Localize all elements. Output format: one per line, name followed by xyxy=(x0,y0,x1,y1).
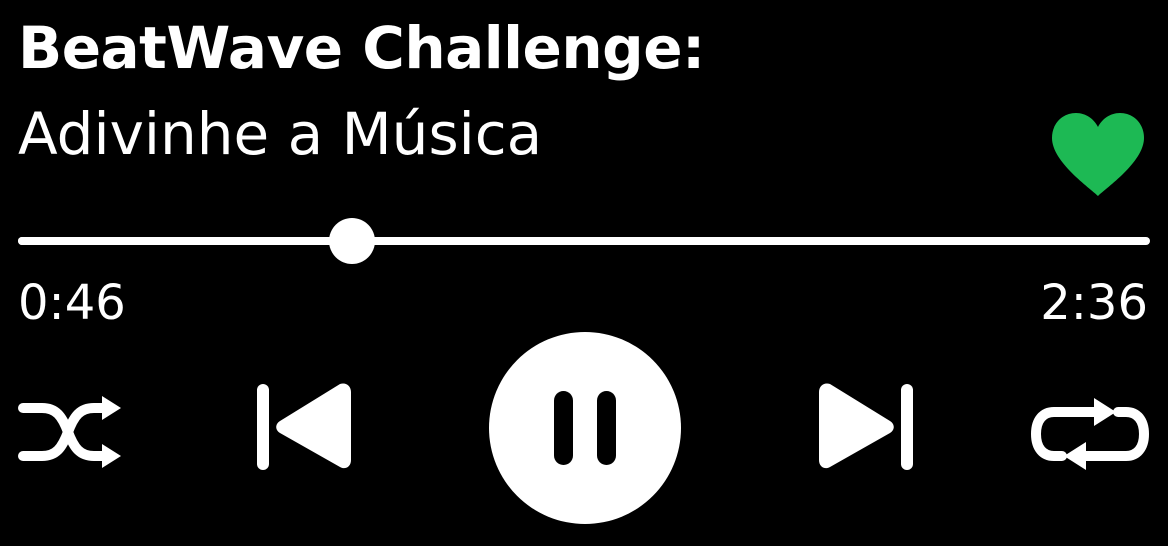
shuffle-button[interactable] xyxy=(18,392,124,472)
track-subtitle: Adivinhe a Música xyxy=(18,100,543,168)
progress-fill xyxy=(18,237,352,245)
elapsed-time: 0:46 xyxy=(18,275,126,331)
track-title: BeatWave Challenge: xyxy=(18,14,705,82)
like-button[interactable] xyxy=(1050,112,1146,198)
total-time: 2:36 xyxy=(1040,275,1148,331)
next-button[interactable] xyxy=(816,380,916,476)
skip-next-icon xyxy=(819,383,913,470)
previous-button[interactable] xyxy=(254,380,354,476)
progress-thumb[interactable] xyxy=(328,218,375,264)
repeat-icon xyxy=(1031,398,1149,470)
heart-icon xyxy=(1052,113,1144,196)
pause-button[interactable] xyxy=(488,331,682,525)
skip-previous-icon xyxy=(257,383,351,470)
shuffle-icon xyxy=(18,396,121,468)
progress-slider[interactable] xyxy=(18,218,1150,264)
repeat-button[interactable] xyxy=(1030,392,1150,472)
